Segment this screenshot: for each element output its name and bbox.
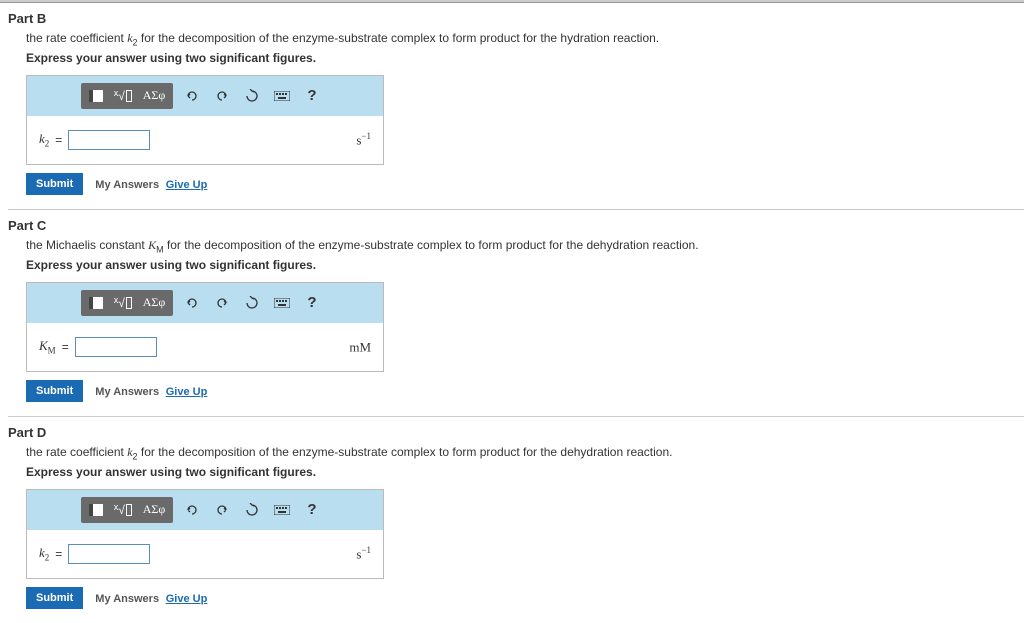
desc-post: for the decomposition of the enzyme-subs… <box>138 445 673 459</box>
part-description: the rate coefficient k2 for the decompos… <box>26 30 1024 49</box>
equals-sign: = <box>62 340 69 354</box>
desc-pre: the rate coefficient <box>26 31 127 45</box>
desc-pre: the rate coefficient <box>26 445 127 459</box>
part-instruction: Express your answer using two significan… <box>26 258 1024 272</box>
part-c: Part C the Michaelis constant KM for the… <box>0 210 1024 417</box>
give-up-link[interactable]: Give Up <box>166 179 208 191</box>
equation-toolbar: x√ ΑΣφ ? <box>27 283 383 323</box>
redo-button[interactable] <box>211 499 233 521</box>
my-answers-link[interactable]: My Answers <box>95 386 159 398</box>
submit-button[interactable]: Submit <box>26 380 83 402</box>
part-d: Part D the rate coefficient k2 for the d… <box>0 417 1024 623</box>
reset-button[interactable] <box>241 499 263 521</box>
answer-input[interactable] <box>68 130 150 150</box>
give-up-link[interactable]: Give Up <box>166 386 208 398</box>
part-header: Part B <box>8 11 1024 26</box>
part-description: the rate coefficient k2 for the decompos… <box>26 444 1024 463</box>
greek-button[interactable]: ΑΣφ <box>137 85 171 107</box>
desc-var: K <box>148 238 156 252</box>
redo-button[interactable] <box>211 85 233 107</box>
action-row: Submit My Answers Give Up <box>26 173 1024 195</box>
submit-button[interactable]: Submit <box>26 587 83 609</box>
math-button[interactable]: x√ <box>110 499 136 521</box>
give-up-link[interactable]: Give Up <box>166 593 208 605</box>
unit-label: mM <box>349 338 371 355</box>
equation-toolbar: x√ ΑΣφ ? <box>27 490 383 530</box>
links-group: My Answers Give Up <box>95 384 207 398</box>
keyboard-button[interactable] <box>271 499 293 521</box>
greek-button[interactable]: ΑΣφ <box>137 499 171 521</box>
part-instruction: Express your answer using two significan… <box>26 465 1024 479</box>
my-answers-link[interactable]: My Answers <box>95 179 159 191</box>
template-button[interactable] <box>83 85 109 107</box>
answer-input[interactable] <box>68 544 150 564</box>
variable-label: k2 <box>39 131 49 149</box>
input-row: k2 = s−1 <box>27 116 383 164</box>
variable-label: KM <box>39 338 56 356</box>
page-container: Part B the rate coefficient k2 for the d… <box>0 0 1024 623</box>
desc-pre: the Michaelis constant <box>26 238 148 252</box>
part-body: the rate coefficient k2 for the decompos… <box>8 444 1024 623</box>
undo-button[interactable] <box>181 499 203 521</box>
part-header: Part C <box>8 218 1024 233</box>
desc-post: for the decomposition of the enzyme-subs… <box>138 31 660 45</box>
desc-post: for the decomposition of the enzyme-subs… <box>164 238 699 252</box>
reset-button[interactable] <box>241 292 263 314</box>
links-group: My Answers Give Up <box>95 177 207 191</box>
submit-button[interactable]: Submit <box>26 173 83 195</box>
toolbar-group-dark: x√ ΑΣφ <box>81 290 173 316</box>
help-button[interactable]: ? <box>301 85 323 107</box>
part-b: Part B the rate coefficient k2 for the d… <box>0 3 1024 210</box>
keyboard-button[interactable] <box>271 292 293 314</box>
toolbar-group-dark: x√ ΑΣφ <box>81 83 173 109</box>
action-row: Submit My Answers Give Up <box>26 380 1024 402</box>
reset-button[interactable] <box>241 85 263 107</box>
equation-toolbar: x√ ΑΣφ ? <box>27 76 383 116</box>
help-button[interactable]: ? <box>301 292 323 314</box>
answer-input[interactable] <box>75 337 157 357</box>
part-body: the rate coefficient k2 for the decompos… <box>8 30 1024 210</box>
part-instruction: Express your answer using two significan… <box>26 51 1024 65</box>
answer-box: x√ ΑΣφ ? KM = mM <box>26 282 384 372</box>
input-row: k2 = s−1 <box>27 530 383 578</box>
part-header: Part D <box>8 425 1024 440</box>
redo-button[interactable] <box>211 292 233 314</box>
toolbar-group-dark: x√ ΑΣφ <box>81 497 173 523</box>
help-button[interactable]: ? <box>301 499 323 521</box>
math-button[interactable]: x√ <box>110 292 136 314</box>
undo-button[interactable] <box>181 292 203 314</box>
part-description: the Michaelis constant KM for the decomp… <box>26 237 1024 256</box>
equals-sign: = <box>55 547 62 561</box>
part-body: the Michaelis constant KM for the decomp… <box>8 237 1024 417</box>
keyboard-button[interactable] <box>271 85 293 107</box>
answer-box: x√ ΑΣφ ? k2 = s−1 <box>26 489 384 579</box>
undo-button[interactable] <box>181 85 203 107</box>
unit-label: s−1 <box>356 131 371 148</box>
answer-box: x√ ΑΣφ ? k2 = s−1 <box>26 75 384 165</box>
greek-button[interactable]: ΑΣφ <box>137 292 171 314</box>
math-button[interactable]: x√ <box>110 85 136 107</box>
links-group: My Answers Give Up <box>95 591 207 605</box>
variable-label: k2 <box>39 545 49 563</box>
equals-sign: = <box>55 133 62 147</box>
input-row: KM = mM <box>27 323 383 371</box>
template-button[interactable] <box>83 292 109 314</box>
template-button[interactable] <box>83 499 109 521</box>
action-row: Submit My Answers Give Up <box>26 587 1024 609</box>
unit-label: s−1 <box>356 545 371 562</box>
my-answers-link[interactable]: My Answers <box>95 593 159 605</box>
desc-sub: M <box>156 244 164 254</box>
